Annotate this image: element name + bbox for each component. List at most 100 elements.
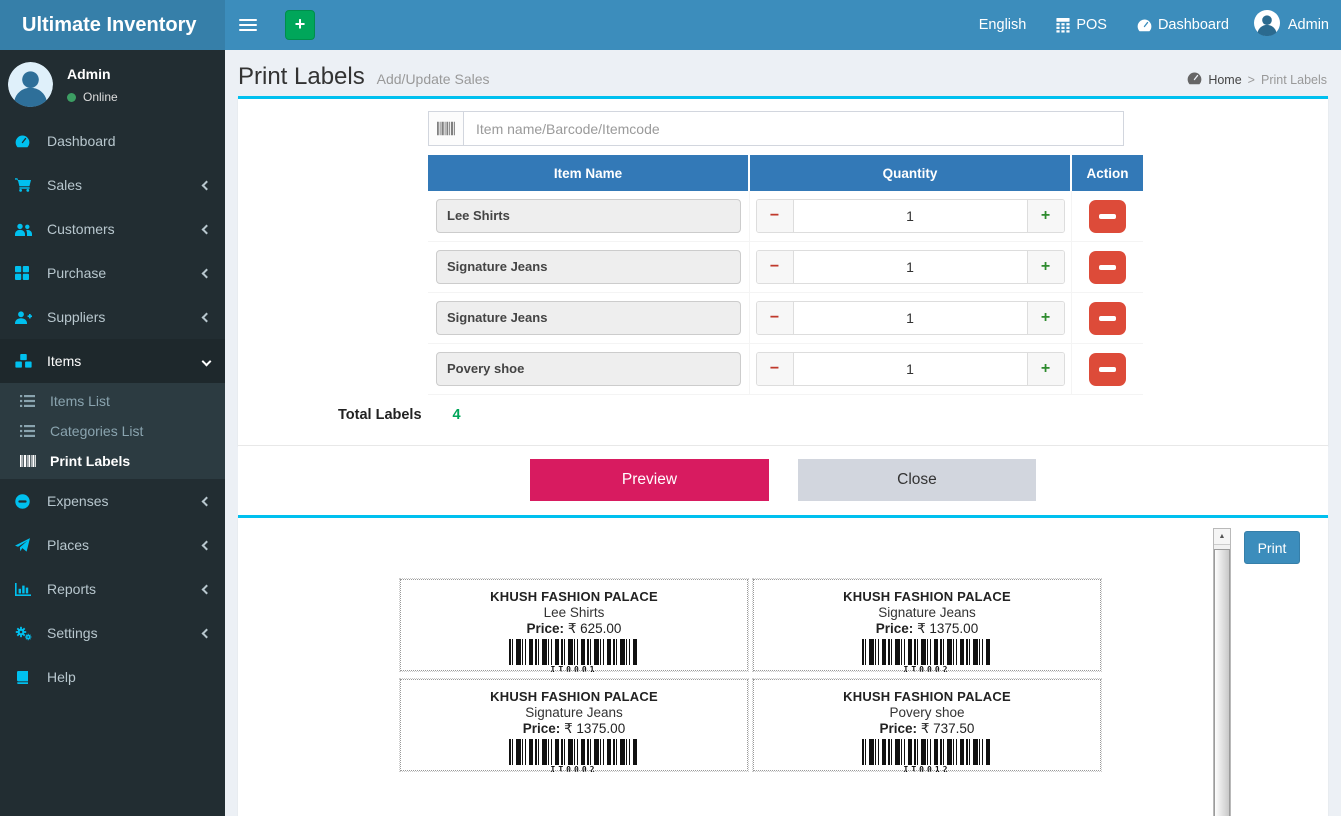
chevron-left-icon — [202, 628, 212, 638]
app-logo[interactable]: Ultimate Inventory — [0, 0, 225, 50]
sidebar-item-suppliers[interactable]: Suppliers — [0, 295, 225, 339]
quantity-input[interactable] — [794, 200, 1027, 232]
quantity-input[interactable] — [794, 251, 1027, 283]
minus-circle-icon — [15, 494, 39, 509]
sidebar-subitem-categories-list[interactable]: Categories List — [0, 416, 225, 446]
dashboard-icon — [1137, 19, 1152, 32]
sidebar-item-customers[interactable]: Customers — [0, 207, 225, 251]
quantity-input[interactable] — [794, 353, 1027, 385]
increase-quantity-button[interactable]: + — [1027, 251, 1064, 283]
col-header-quantity: Quantity — [749, 155, 1071, 191]
print-button[interactable]: Print — [1244, 531, 1300, 564]
remove-item-button[interactable] — [1089, 353, 1126, 386]
table-row: Lee Shirts− + — [428, 191, 1143, 242]
label-price: Price: ₹ 737.50 — [754, 721, 1100, 737]
remove-item-button[interactable] — [1089, 251, 1126, 284]
labels-preview-panel: Print ▲ KHUSH FASHION PALACELee ShirtsPr… — [238, 515, 1328, 816]
nav-language-label: English — [979, 0, 1027, 50]
quantity-input[interactable] — [794, 302, 1027, 334]
remove-item-button[interactable] — [1089, 302, 1126, 335]
increase-quantity-button[interactable]: + — [1027, 353, 1064, 385]
sidebar-item-expenses[interactable]: Expenses — [0, 479, 225, 523]
sidebar-item-places[interactable]: Places — [0, 523, 225, 567]
sidebar-item-label: Purchase — [47, 265, 106, 281]
preview-button[interactable]: Preview — [530, 459, 769, 501]
sidebar: Admin Online DashboardSalesCustomersPurc… — [0, 50, 225, 816]
decrease-quantity-button[interactable]: − — [757, 200, 794, 232]
increase-quantity-button[interactable]: + — [1027, 200, 1064, 232]
chevron-left-icon — [202, 584, 212, 594]
sidebar-item-label: Places — [47, 537, 89, 553]
label-item-code: IT0002 — [754, 665, 1100, 674]
page-subtitle: Add/Update Sales — [377, 71, 490, 87]
items-table: Item Name Quantity Action Lee Shirts−+Si… — [428, 155, 1143, 395]
nav-pos-label: POS — [1076, 0, 1107, 50]
sidebar-subitem-print-labels[interactable]: Print Labels — [0, 446, 225, 476]
remove-item-button[interactable] — [1089, 200, 1126, 233]
label-item-code: IT0001 — [401, 665, 747, 674]
nav-pos[interactable]: POS — [1041, 0, 1122, 50]
sidebar-item-dashboard[interactable]: Dashboard — [0, 119, 225, 163]
actions-row: Preview Close — [238, 446, 1328, 515]
user-status-label: Online — [83, 90, 118, 104]
book-icon — [15, 671, 39, 684]
sidebar-subitem-items-list[interactable]: Items List — [0, 386, 225, 416]
chevron-left-icon — [202, 312, 212, 322]
sidebar-item-label: Expenses — [47, 493, 108, 509]
sidebar-item-label: Settings — [47, 625, 98, 641]
list-icon — [20, 395, 42, 407]
paper-plane-icon — [15, 538, 39, 552]
sidebar-item-purchase[interactable]: Purchase — [0, 251, 225, 295]
price-label-preview: KHUSH FASHION PALACESignature JeansPrice… — [400, 679, 748, 771]
breadcrumb-current: Print Labels — [1261, 73, 1327, 87]
decrease-quantity-button[interactable]: − — [757, 353, 794, 385]
list-icon — [20, 425, 42, 437]
scrollbar-thumb[interactable] — [1214, 549, 1230, 816]
search-group — [428, 111, 1124, 146]
users-icon — [15, 223, 39, 236]
hamburger-icon[interactable] — [239, 0, 279, 50]
sidebar-item-label: Items — [47, 353, 81, 369]
sidebar-item-items[interactable]: Items — [0, 339, 225, 383]
item-name-cell: Signature Jeans — [436, 301, 741, 335]
sidebar-subitem-label: Items List — [50, 393, 110, 409]
add-button[interactable]: + — [285, 10, 315, 40]
dashboard-icon — [1187, 72, 1202, 88]
decrease-quantity-button[interactable]: − — [757, 302, 794, 334]
online-dot-icon — [67, 93, 76, 102]
sidebar-item-label: Sales — [47, 177, 82, 193]
print-labels-card: Item Name Quantity Action Lee Shirts−+Si… — [238, 96, 1328, 446]
sidebar-item-reports[interactable]: Reports — [0, 567, 225, 611]
nav-user-menu[interactable]: Admin — [1244, 0, 1341, 50]
label-store-name: KHUSH FASHION PALACE — [754, 689, 1100, 704]
total-labels-value: 4 — [453, 407, 461, 423]
scrollbar-up-arrow-icon[interactable]: ▲ — [1214, 529, 1230, 545]
price-label-preview: KHUSH FASHION PALACELee ShirtsPrice: ₹ 6… — [400, 579, 748, 671]
sidebar-item-help[interactable]: Help — [0, 655, 225, 699]
dashboard-icon — [15, 135, 39, 148]
user-status: Online — [67, 90, 118, 104]
chevron-left-icon — [202, 496, 212, 506]
sidebar-item-settings[interactable]: Settings — [0, 611, 225, 655]
search-input[interactable] — [463, 111, 1124, 146]
close-button[interactable]: Close — [798, 459, 1036, 501]
sidebar-item-sales[interactable]: Sales — [0, 163, 225, 207]
nav-dashboard-label: Dashboard — [1158, 0, 1229, 50]
labels-grid: KHUSH FASHION PALACELee ShirtsPrice: ₹ 6… — [400, 579, 1106, 771]
sidebar-item-label: Reports — [47, 581, 96, 597]
item-name-cell: Povery shoe — [436, 352, 741, 386]
increase-quantity-button[interactable]: + — [1027, 302, 1064, 334]
nav-language[interactable]: English — [964, 0, 1042, 50]
chevron-left-icon — [202, 180, 212, 190]
chevron-left-icon — [202, 268, 212, 278]
label-store-name: KHUSH FASHION PALACE — [401, 689, 747, 704]
preview-scrollbar[interactable]: ▲ — [1213, 528, 1231, 816]
label-item-code: IT0002 — [401, 765, 747, 774]
sidebar-item-label: Suppliers — [47, 309, 105, 325]
label-price: Price: ₹ 625.00 — [401, 621, 747, 637]
decrease-quantity-button[interactable]: − — [757, 251, 794, 283]
breadcrumb-home[interactable]: Home — [1208, 73, 1241, 87]
item-name-cell: Lee Shirts — [436, 199, 741, 233]
nav-dashboard[interactable]: Dashboard — [1122, 0, 1244, 50]
grid-icon — [15, 266, 39, 280]
